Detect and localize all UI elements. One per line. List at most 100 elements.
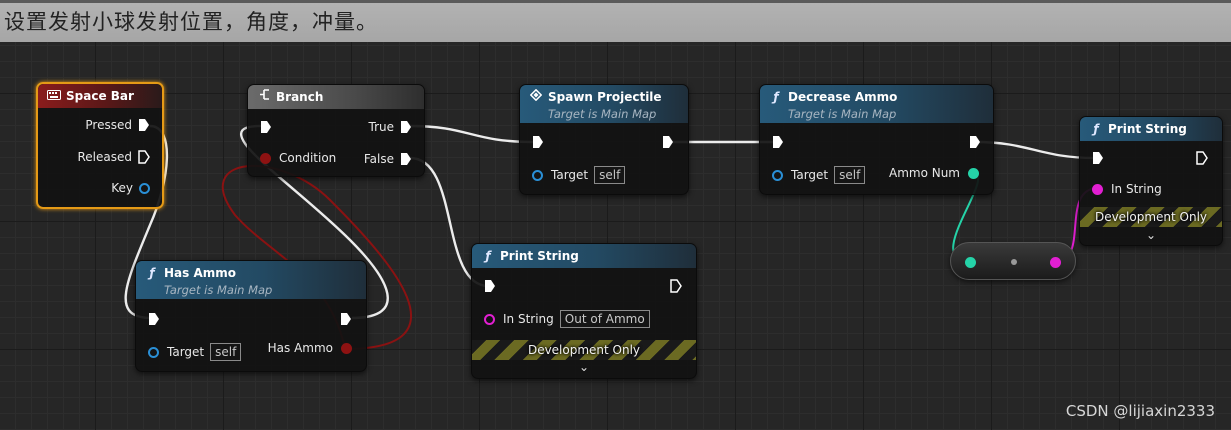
condition-label: Condition — [279, 151, 337, 165]
has-ammo-subtitle: Target is Main Map — [164, 283, 273, 297]
exec-in-icon[interactable] — [260, 120, 272, 134]
key-label: Key — [111, 181, 133, 195]
print-string-header-success[interactable]: ƒ Print String — [1080, 117, 1222, 141]
space-bar-node[interactable]: Space Bar Pressed Released Key — [36, 82, 164, 209]
has-ammo-header[interactable]: ƒ Has Ammo Target is Main Map — [136, 261, 366, 299]
object-pin-icon[interactable] — [772, 169, 783, 181]
pressed-pin-row[interactable]: Pressed — [85, 118, 150, 132]
exec-out-false-icon[interactable] — [400, 152, 412, 166]
exec-out-true-icon[interactable] — [400, 120, 412, 134]
released-pin-row[interactable]: Released — [77, 150, 150, 164]
false-label: False — [363, 152, 394, 166]
decrease-target-row[interactable]: Target self — [772, 166, 866, 184]
false-pin-row[interactable]: False — [364, 152, 412, 166]
development-only-banner: Development Only — [1080, 207, 1222, 227]
decrease-ammo-subtitle: Target is Main Map — [788, 107, 897, 121]
exec-out-hollow-icon[interactable] — [1196, 151, 1208, 165]
function-icon: ƒ — [773, 90, 779, 104]
in-string-text-field[interactable]: Out of Ammo — [559, 310, 650, 328]
decrease-target-self-field[interactable]: self — [834, 166, 866, 184]
development-only-banner: Development Only — [472, 340, 696, 360]
ammo-num-label: Ammo Num — [888, 166, 960, 180]
released-label: Released — [77, 150, 132, 164]
has-ammo-target-self-field[interactable]: self — [210, 343, 242, 361]
exec-out-filled-icon[interactable] — [138, 118, 150, 132]
exec-out-hollow-icon[interactable] — [670, 279, 682, 293]
decrease-exec-in-row[interactable] — [772, 135, 784, 149]
spawn-exec-in-row[interactable] — [532, 135, 544, 149]
has-ammo-output-row[interactable]: Has Ammo — [268, 341, 352, 355]
has-ammo-node[interactable]: ƒ Has Ammo Target is Main Map Target self… — [135, 260, 367, 372]
has-ammo-target-row[interactable]: Target self — [148, 343, 242, 361]
print2-exec-out-row[interactable] — [670, 279, 682, 293]
print-string-title-success: Print String — [1108, 122, 1187, 136]
string-pin-icon[interactable] — [1092, 183, 1103, 195]
spawn-projectile-header[interactable]: Spawn Projectile Target is Main Map — [520, 85, 688, 123]
decrease-ammo-header[interactable]: ƒ Decrease Ammo Target is Main Map — [760, 85, 993, 123]
exec-in-icon[interactable] — [1092, 151, 1104, 165]
print-string-node-success[interactable]: ƒ Print String In String Development Only… — [1079, 116, 1223, 246]
ammo-num-pin-row[interactable]: Ammo Num — [889, 166, 979, 180]
bool-pin-icon[interactable] — [341, 342, 352, 354]
print-string-node-out-of-ammo[interactable]: ƒ Print String In String Out of Ammo Deve… — [471, 243, 697, 379]
exec-out-hollow-icon[interactable] — [138, 150, 150, 164]
branch-node[interactable]: Branch Condition True False — [247, 84, 425, 177]
pressed-label: Pressed — [85, 118, 132, 132]
condition-pin-row[interactable]: Condition — [260, 151, 336, 165]
decrease-target-label: Target — [791, 168, 829, 182]
exec-out-icon[interactable] — [969, 135, 981, 149]
print-exec-out-row[interactable] — [1196, 151, 1208, 165]
exec-in-icon[interactable] — [772, 135, 784, 149]
key-pin-row[interactable]: Key — [111, 181, 150, 195]
branch-header[interactable]: Branch — [248, 85, 424, 109]
print-in-string-row[interactable]: In String — [1092, 182, 1162, 196]
spawn-target-row[interactable]: Target self — [532, 166, 626, 184]
function-icon: ƒ — [1093, 122, 1099, 136]
string-pin-icon[interactable] — [484, 313, 495, 325]
branch-exec-in-row[interactable] — [260, 120, 272, 134]
has-ammo-exec-out-row[interactable] — [340, 312, 352, 326]
function-icon: ƒ — [485, 249, 491, 263]
object-pin-icon[interactable] — [532, 169, 543, 181]
print-in-string-label: In String — [1111, 182, 1162, 196]
print2-in-string-label: In String — [503, 312, 554, 326]
print-exec-in-row[interactable] — [1092, 151, 1104, 165]
print2-exec-in-row[interactable] — [484, 279, 496, 293]
int-pin-icon[interactable] — [968, 167, 979, 179]
bool-pin-icon[interactable] — [260, 152, 271, 164]
branch-title: Branch — [276, 90, 324, 104]
spawn-projectile-node[interactable]: Spawn Projectile Target is Main Map Targ… — [519, 84, 689, 195]
exec-in-icon[interactable] — [532, 135, 544, 149]
expand-chevron-icon[interactable]: ⌄ — [1080, 228, 1222, 242]
decrease-exec-out-row[interactable] — [969, 135, 981, 149]
print2-in-string-row[interactable]: In String Out of Ammo — [484, 310, 650, 328]
exec-in-icon[interactable] — [484, 279, 496, 293]
event-diamond-icon — [528, 87, 544, 107]
has-ammo-exec-in-row[interactable] — [148, 312, 160, 326]
int-pin-icon[interactable] — [965, 257, 976, 268]
expand-chevron-icon[interactable]: ⌄ — [472, 360, 696, 374]
string-pin-icon[interactable] — [1050, 257, 1061, 268]
watermark: CSDN @lijiaxin2333 — [1065, 402, 1215, 420]
decrease-ammo-node[interactable]: ƒ Decrease Ammo Target is Main Map Target… — [759, 84, 994, 195]
space-bar-title: Space Bar — [66, 89, 134, 103]
spawn-exec-out-row[interactable] — [662, 135, 674, 149]
true-label: True — [368, 120, 395, 134]
exec-out-icon[interactable] — [662, 135, 674, 149]
true-pin-row[interactable]: True — [369, 120, 413, 134]
spawn-projectile-subtitle: Target is Main Map — [548, 107, 657, 121]
conversion-dot-icon — [1011, 259, 1017, 265]
branch-icon — [256, 85, 272, 109]
exec-in-icon[interactable] — [148, 312, 160, 326]
spawn-target-self-field[interactable]: self — [594, 166, 626, 184]
print-string-title-out-of-ammo: Print String — [500, 249, 579, 263]
space-bar-header[interactable]: Space Bar — [38, 84, 162, 108]
has-ammo-target-label: Target — [167, 345, 205, 359]
print-string-header-out-of-ammo[interactable]: ƒ Print String — [472, 244, 696, 268]
int-to-string-conversion-node[interactable] — [950, 242, 1076, 280]
struct-pin-icon[interactable] — [139, 182, 150, 194]
has-ammo-title: Has Ammo — [164, 266, 236, 280]
exec-out-icon[interactable] — [340, 312, 352, 326]
object-pin-icon[interactable] — [148, 346, 159, 358]
exec-wire-true-to-spawn — [409, 124, 536, 144]
